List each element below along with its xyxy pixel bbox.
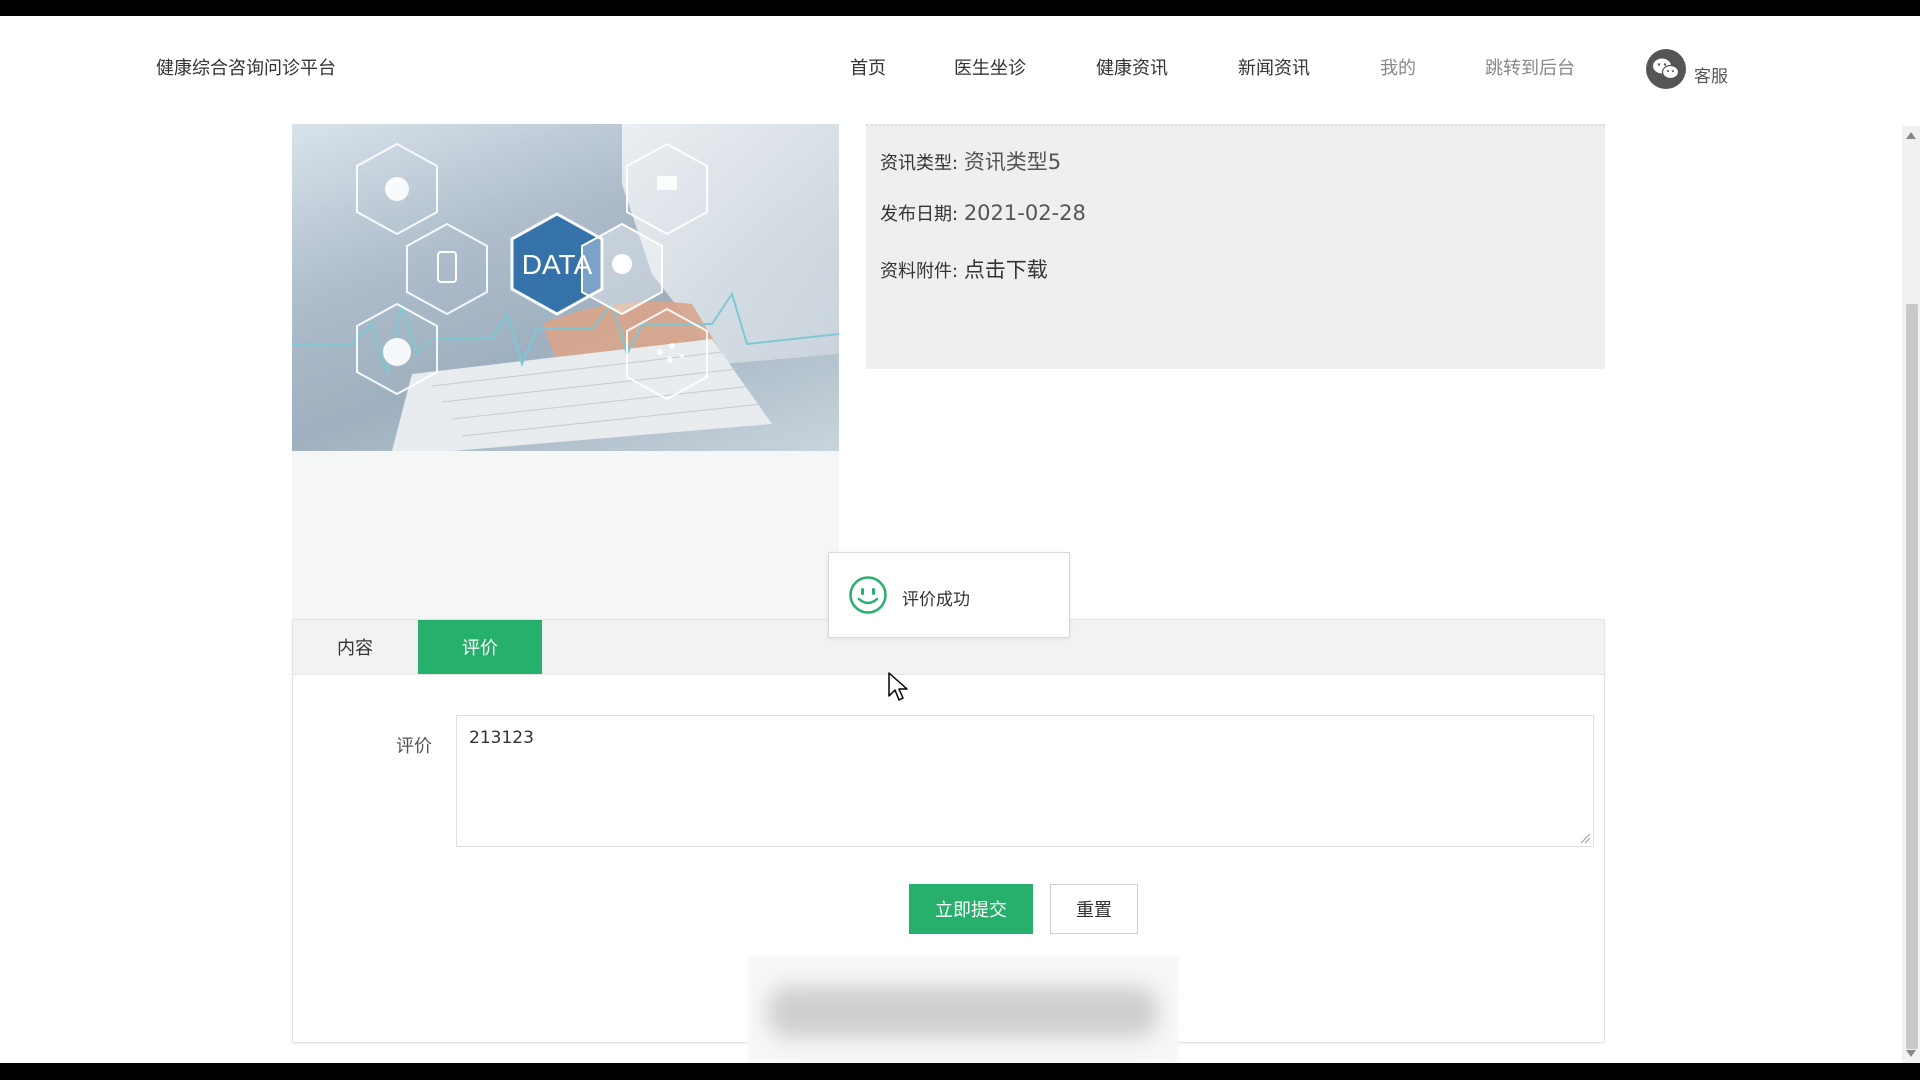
customer-service-button[interactable]: 客服 [1646,44,1728,94]
info-attachment-label: 资料附件: [880,261,959,282]
scroll-down-icon[interactable] [1906,1050,1916,1057]
top-navbar: 健康综合咨询问诊平台 首页 医生坐诊 健康资讯 新闻资讯 我的 跳转到后台 客服 [0,16,1920,126]
blurred-content [768,986,1158,1038]
nav-admin[interactable]: 跳转到后台 [1485,54,1575,80]
nav-health-info[interactable]: 健康资讯 [1096,54,1168,80]
reset-button[interactable]: 重置 [1050,884,1138,934]
tab-content[interactable]: 内容 [293,620,417,674]
smiley-icon [849,576,887,614]
browser-viewport: 健康综合咨询问诊平台 首页 医生坐诊 健康资讯 新闻资讯 我的 跳转到后台 客服 [0,16,1920,1063]
resize-grip-icon[interactable] [1579,832,1591,844]
submit-button[interactable]: 立即提交 [909,884,1033,934]
page-scrollbar[interactable] [1902,126,1920,1063]
success-toast: 评价成功 [828,552,1070,638]
scroll-thumb[interactable] [1906,304,1918,1049]
info-date-row: 发布日期: 2021-02-28 [880,200,1086,226]
info-type-row: 资讯类型: 资讯类型5 [880,146,1061,176]
nav-news[interactable]: 新闻资讯 [1238,54,1310,80]
scroll-up-icon[interactable] [1906,132,1916,139]
service-label: 客服 [1694,66,1728,87]
nav-doctor-consult[interactable]: 医生坐诊 [954,54,1026,80]
nav-mine[interactable]: 我的 [1380,54,1416,80]
article-info-panel: 资讯类型: 资讯类型5 发布日期: 2021-02-28 资料附件: 点击下载 [866,124,1605,369]
info-type-value: 资讯类型5 [963,150,1062,174]
nav-home[interactable]: 首页 [850,54,886,80]
image-caption-area [292,451,839,619]
blurred-overlay [748,956,1178,1063]
mouse-cursor-icon [888,672,908,701]
article-image: DATA [292,124,839,451]
review-label: 评价 [396,736,432,757]
info-date-value: 2021-02-28 [963,201,1086,225]
site-title[interactable]: 健康综合咨询问诊平台 [156,54,336,80]
info-date-label: 发布日期: [880,204,959,225]
download-link[interactable]: 点击下载 [964,258,1048,282]
toast-message: 评价成功 [902,590,970,610]
info-attachment-row: 资料附件: 点击下载 [880,254,1048,284]
info-type-label: 资讯类型: [880,153,959,174]
review-textarea[interactable] [456,715,1594,847]
tab-review[interactable]: 评价 [418,620,542,674]
wechat-icon [1646,49,1686,89]
